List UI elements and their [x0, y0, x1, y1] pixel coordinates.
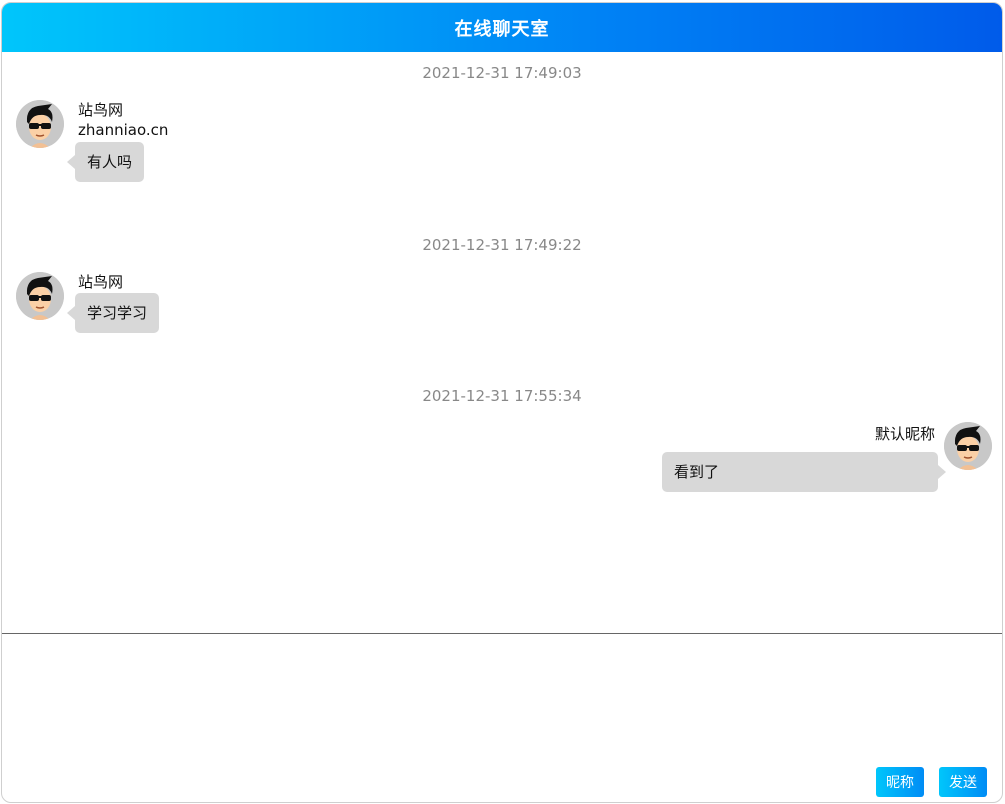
chat-header: 在线聊天室 [2, 3, 1002, 52]
message-bubble: 有人吗 [66, 142, 145, 182]
nickname-button[interactable]: 昵称 [876, 767, 924, 797]
avatar-sunglasses-icon [16, 272, 64, 320]
sender-name: 默认昵称 [874, 425, 935, 443]
message-bubble: 看到了 [662, 452, 946, 492]
sender-site: zhanniao.cn [78, 121, 169, 139]
avatar-sunglasses-icon [944, 422, 992, 470]
chat-window: 在线聊天室 2021-12-31 17:49:03 站鸟网 zhanniao.c… [1, 2, 1003, 803]
message-timestamp: 2021-12-31 17:49:03 [422, 64, 582, 82]
send-button[interactable]: 发送 [939, 767, 987, 797]
message-timestamp: 2021-12-31 17:49:22 [422, 236, 582, 254]
avatar-sunglasses-icon [16, 100, 64, 148]
message-input[interactable] [2, 634, 1002, 764]
sender-name: 站鸟网 [78, 273, 124, 291]
message-list[interactable]: 2021-12-31 17:49:03 站鸟网 zhanniao.cn 有人吗 … [2, 52, 1002, 633]
chat-title: 在线聊天室 [454, 18, 550, 40]
message-bubble: 学习学习 [66, 293, 160, 333]
message-timestamp: 2021-12-31 17:55:34 [422, 387, 582, 405]
sender-name: 站鸟网 [78, 101, 124, 119]
